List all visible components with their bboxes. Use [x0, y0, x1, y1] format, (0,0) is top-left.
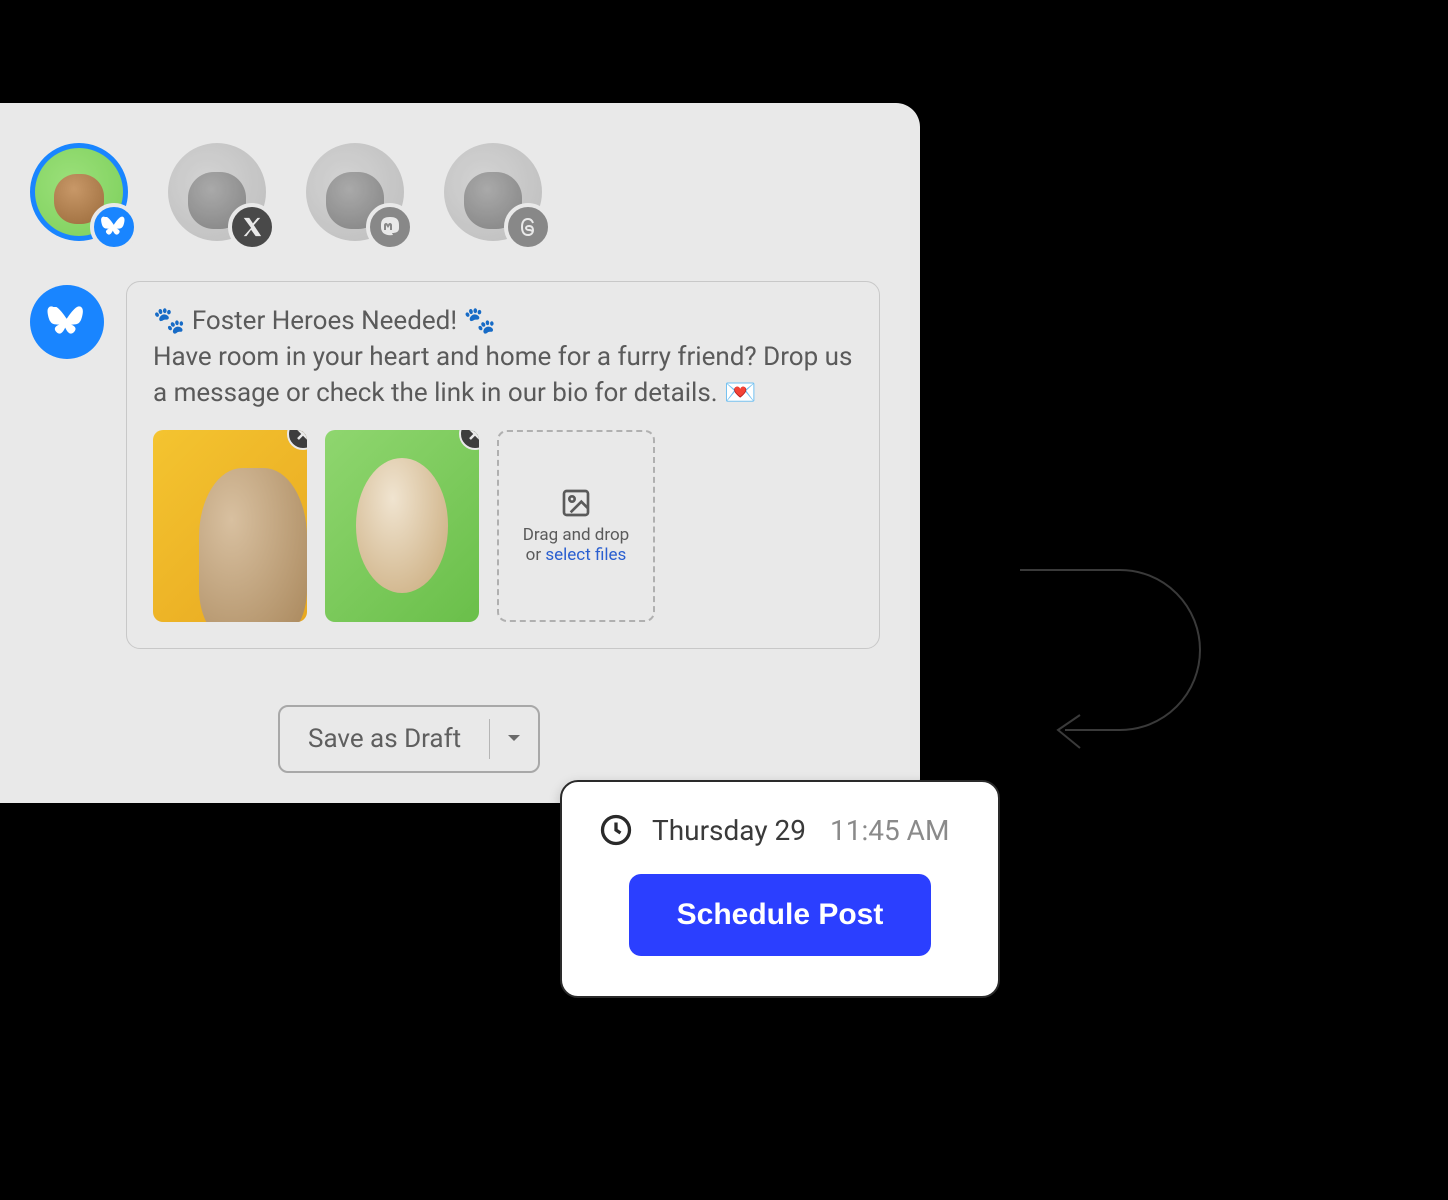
schedule-time: 11:45 AM — [830, 814, 949, 847]
draft-button-label: Save as Draft — [280, 724, 489, 754]
select-files-link[interactable]: select files — [545, 545, 626, 565]
remove-attachment-button[interactable] — [287, 430, 307, 450]
upload-dropzone[interactable]: Drag and drop or select files — [497, 430, 655, 622]
attachment-2[interactable] — [325, 430, 479, 622]
compose-row: 🐾 Foster Heroes Needed! 🐾 Have room in y… — [30, 281, 880, 649]
x-icon — [228, 203, 276, 251]
active-platform-badge — [30, 285, 104, 359]
media-attachments: Drag and drop or select files — [153, 430, 853, 622]
close-icon — [468, 430, 479, 441]
dropzone-text: Drag and drop or select files — [523, 525, 629, 565]
schedule-post-button[interactable]: Schedule Post — [629, 874, 932, 956]
mastodon-icon — [366, 203, 414, 251]
actions-row: Save as Draft — [278, 705, 540, 773]
save-as-draft-button[interactable]: Save as Draft — [278, 705, 540, 773]
bluesky-icon — [47, 304, 87, 340]
compose-box[interactable]: 🐾 Foster Heroes Needed! 🐾 Have room in y… — [126, 281, 880, 649]
channel-bluesky[interactable] — [30, 143, 128, 241]
channel-mastodon[interactable] — [306, 143, 404, 241]
draft-dropdown-toggle[interactable] — [490, 734, 538, 744]
schedule-date: Thursday 29 — [652, 814, 806, 847]
schedule-popover: Thursday 29 11:45 AM Schedule Post — [560, 780, 1000, 998]
clock-icon — [598, 812, 634, 848]
compose-text[interactable]: 🐾 Foster Heroes Needed! 🐾 Have room in y… — [153, 304, 853, 412]
channel-threads[interactable] — [444, 143, 542, 241]
schedule-time-row[interactable]: Thursday 29 11:45 AM — [598, 812, 962, 848]
channel-selector-row — [30, 143, 880, 241]
loop-arrow-decoration — [1010, 560, 1220, 780]
remove-attachment-button[interactable] — [459, 430, 479, 450]
threads-icon — [504, 203, 552, 251]
close-icon — [296, 430, 307, 441]
bluesky-icon — [90, 203, 138, 251]
composer-card: 🐾 Foster Heroes Needed! 🐾 Have room in y… — [0, 103, 920, 803]
channel-x[interactable] — [168, 143, 266, 241]
attachment-1[interactable] — [153, 430, 307, 622]
image-icon — [560, 487, 592, 519]
chevron-down-icon — [507, 734, 521, 744]
